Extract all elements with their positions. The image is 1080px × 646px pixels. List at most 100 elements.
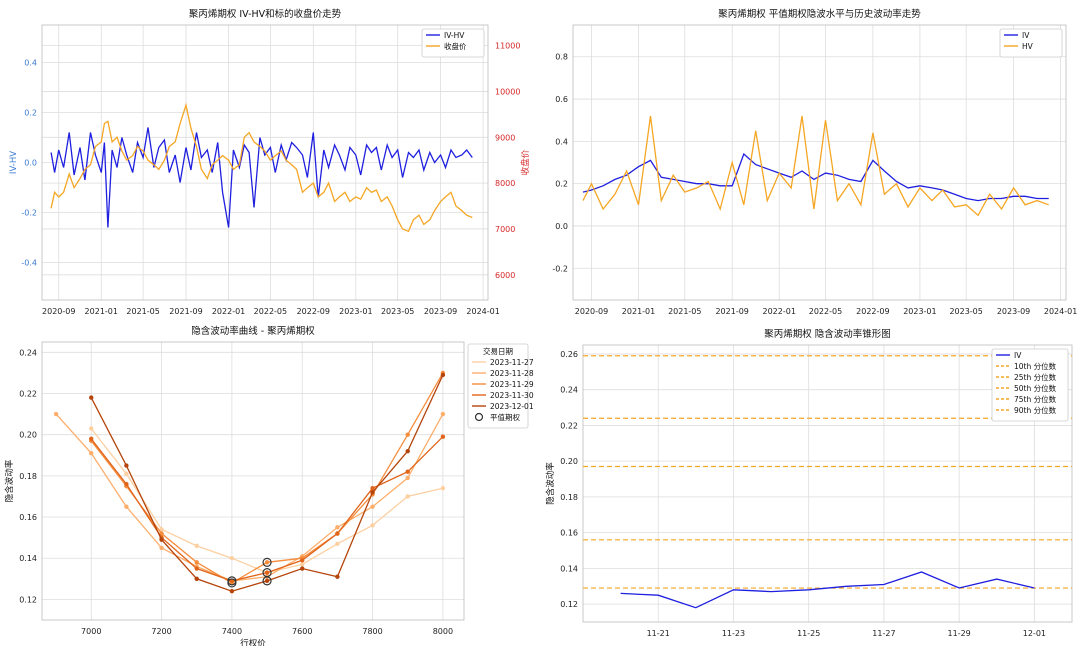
x-tick-label: 11-29 <box>948 629 971 638</box>
x-tick-label: 2024-01 <box>1044 307 1077 316</box>
x-tick-label: 2023-09 <box>997 307 1030 316</box>
y-tick-label: 0.18 <box>19 472 37 481</box>
data-point <box>300 562 305 567</box>
y-tick-label: -0.4 <box>21 259 37 268</box>
data-point <box>440 372 446 378</box>
x-tick-label: 2023-09 <box>424 307 457 316</box>
legend-title: 交易日期 <box>483 346 513 356</box>
x-tick-label: 2022-09 <box>297 307 330 316</box>
y-tick-label: 0.16 <box>19 513 37 522</box>
y-tick-label: 0.8 <box>555 53 568 62</box>
y2-tick-label: 6000 <box>495 271 515 280</box>
data-point <box>194 560 199 565</box>
data-point <box>335 525 340 530</box>
y2-axis-label: 收盘价 <box>520 149 531 175</box>
legend: 交易日期 2023-11-27 2023-11-28 2023-11-29 2023-1… <box>467 343 534 429</box>
y-tick-label: 0.6 <box>555 95 568 104</box>
y-tick-label: 0.20 <box>560 457 578 466</box>
x-axis-label: 行权价 <box>240 638 266 646</box>
legend-label: 2023-11-28 <box>490 369 534 378</box>
data-point <box>405 494 410 499</box>
y-tick-label: 0.0 <box>555 222 568 231</box>
data-point <box>370 523 375 528</box>
legend-label: 50th 分位数 <box>1014 383 1057 393</box>
x-tick-label: 7200 <box>151 627 171 636</box>
legend-label: 75th 分位数 <box>1014 394 1057 404</box>
data-point <box>370 490 375 495</box>
data-point <box>159 545 164 551</box>
x-tick-label: 2021-05 <box>668 307 701 316</box>
data-point <box>124 463 129 468</box>
series-line <box>90 428 444 574</box>
data-point <box>335 574 340 579</box>
data-point <box>124 481 129 487</box>
data-point <box>405 469 410 474</box>
data-point <box>335 541 340 547</box>
x-tick-label: 11-21 <box>647 629 670 638</box>
chart-title: 聚丙烯期权 隐含波动率锥形图 <box>764 328 891 340</box>
y-axis-label: 隐含波动率 <box>4 459 15 502</box>
x-tick-label: 8000 <box>433 627 453 636</box>
legend: IV HV <box>999 28 1063 58</box>
data-point <box>53 411 59 417</box>
data-point <box>335 531 340 536</box>
legend-label: 2023-11-29 <box>490 380 534 389</box>
legend-label: 25th 分位数 <box>1014 372 1057 382</box>
legend-label: 2023-12-01 <box>490 402 534 411</box>
y-tick-label: -0.2 <box>552 264 568 273</box>
x-tick-label: 2021-05 <box>126 307 159 316</box>
x-tick-label: 2021-09 <box>169 307 202 316</box>
legend-label: 10th 分位数 <box>1014 361 1057 371</box>
y2-tick-label: 9000 <box>495 133 515 142</box>
data-point <box>124 504 129 509</box>
x-tick-label: 2021-01 <box>85 307 118 316</box>
data-point <box>194 576 199 582</box>
y-tick-label: 0.12 <box>560 600 578 609</box>
y-tick-label: 0.16 <box>560 529 578 538</box>
chart-title: 聚丙烯期权 IV-HV和标的收盘价走势 <box>189 8 342 20</box>
series-line <box>90 372 444 584</box>
data-point <box>405 475 410 481</box>
x-tick-label: 2023-01 <box>903 307 936 316</box>
y-axis-label: IV-HV <box>9 151 19 174</box>
x-tick-label: 2022-05 <box>809 307 842 316</box>
data-point <box>264 560 270 565</box>
x-tick-label: 7400 <box>222 627 242 636</box>
x-tick-label: 2023-05 <box>381 307 414 316</box>
y-tick-label: 0.22 <box>560 421 578 430</box>
y-tick-label: 0.14 <box>19 554 37 563</box>
data-point <box>440 411 446 417</box>
x-tick-label: 2024-01 <box>466 307 499 316</box>
legend-label: IV <box>1022 31 1030 40</box>
data-point <box>89 395 94 400</box>
y2-tick-label: 8000 <box>495 179 515 188</box>
x-tick-label: 2022-05 <box>254 307 287 316</box>
y-tick-label: -0.2 <box>21 209 37 218</box>
legend-label: IV-HV <box>444 31 465 40</box>
y-tick-label: 0.22 <box>19 389 37 398</box>
chart-2: 2020-09 2021-01 2021-05 2021-09 2022-01 2022-… <box>552 8 1077 316</box>
x-tick-label: 11-25 <box>797 629 820 638</box>
x-tick-label: 2023-01 <box>339 307 372 316</box>
x-tick-label: 12-01 <box>1023 629 1046 638</box>
x-tick-label: 2022-09 <box>856 307 889 316</box>
y2-tick-label: 7000 <box>495 225 515 234</box>
data-point <box>159 537 164 542</box>
legend-label: 平值期权 <box>490 412 520 422</box>
chart-title: 隐含波动率曲线 - 聚丙烯期权 <box>191 325 315 337</box>
data-point <box>405 448 410 454</box>
data-point <box>440 434 446 439</box>
x-tick-label: 7800 <box>362 627 382 636</box>
y-tick-label: 0.2 <box>555 180 568 189</box>
chart-1: 2020-09 2021-01 2021-05 2021-09 2022-01 2022-… <box>9 8 531 316</box>
chart-title: 聚丙烯期权 平值期权隐波水平与历史波动率走势 <box>718 8 921 20</box>
y2-tick-label: 11000 <box>495 42 520 51</box>
series-line <box>620 571 1035 609</box>
legend-label: 2023-11-30 <box>490 391 534 400</box>
y-tick-label: 0.4 <box>24 59 37 68</box>
y-tick-label: 0.26 <box>560 350 578 359</box>
chart-3: 7000 7200 7400 7600 7800 8000 0.12 0.14 0.16 0.18… <box>4 325 534 646</box>
data-point <box>124 471 129 476</box>
data-point <box>89 436 94 441</box>
legend-label: IV <box>1014 351 1022 360</box>
